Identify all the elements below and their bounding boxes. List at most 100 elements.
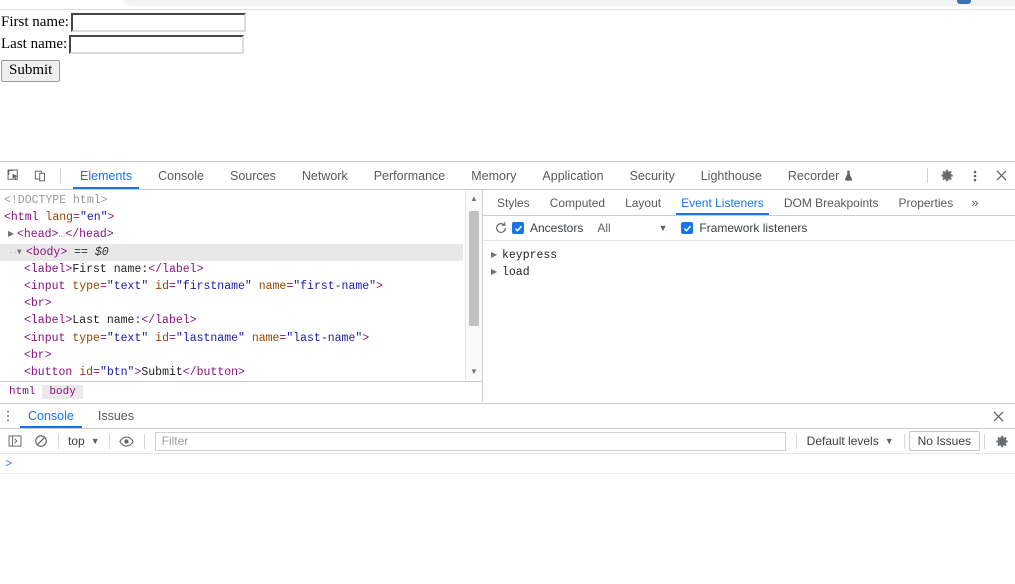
- scroll-up-arrow-icon[interactable]: ▲: [466, 190, 482, 207]
- dom-line-doctype[interactable]: <!DOCTYPE html>: [0, 192, 463, 209]
- console-toolbar-divider-3: [143, 433, 145, 449]
- framework-listeners-checkbox[interactable]: [681, 222, 694, 234]
- tab-elements-label: Elements: [80, 168, 133, 183]
- dom-line-head[interactable]: ▶ <head>…</head>: [0, 226, 463, 243]
- dom-line-br-last[interactable]: <br>: [0, 347, 463, 364]
- expand-triangle-icon[interactable]: ▶: [491, 264, 502, 281]
- body-selection-suffix: == $0: [74, 245, 109, 259]
- tab-computed[interactable]: Computed: [540, 190, 615, 215]
- event-listeners-toolbar: Ancestors All ▼ Framework listeners: [483, 216, 1015, 241]
- dom-line-label-last[interactable]: <label>Last name:</label>: [0, 312, 463, 329]
- console-prompt-arrow: >: [5, 456, 13, 471]
- scrollbar-thumb[interactable]: [469, 211, 479, 326]
- drawer-drag-handle[interactable]: [0, 404, 16, 428]
- kebab-menu-icon[interactable]: [961, 162, 988, 189]
- dom-line-body[interactable]: ··▼ <body> == $0: [0, 243, 463, 261]
- tab-network[interactable]: Network: [289, 162, 361, 189]
- tab-sources[interactable]: Sources: [217, 162, 289, 189]
- breadcrumb-item-html[interactable]: html: [2, 385, 42, 399]
- tab-lighthouse[interactable]: Lighthouse: [688, 162, 775, 189]
- tab-event-listeners[interactable]: Event Listeners: [671, 190, 774, 215]
- drawer-tab-issues-label: Issues: [97, 409, 135, 423]
- live-expression-eye-icon[interactable]: [114, 434, 140, 449]
- tab-styles[interactable]: Styles: [487, 190, 540, 215]
- event-listener-keypress[interactable]: ▶ keypress: [491, 247, 1015, 264]
- close-icon[interactable]: [988, 162, 1015, 189]
- console-context-select[interactable]: top ▼: [63, 434, 105, 448]
- drawer-tab-issues[interactable]: Issues: [86, 404, 146, 428]
- input-first-type-value: "text": [106, 279, 149, 293]
- tab-console[interactable]: Console: [145, 162, 217, 189]
- tab-elements[interactable]: Elements: [67, 162, 145, 189]
- tab-network-label: Network: [301, 168, 348, 183]
- tab-dom-breakpoints-label: DOM Breakpoints: [783, 195, 879, 210]
- breadcrumb: html body: [0, 381, 482, 402]
- tab-computed-label: Computed: [549, 195, 606, 210]
- dom-tree[interactable]: <!DOCTYPE html> <html lang="en"> ▶ <head>…: [0, 190, 463, 380]
- drawer-close-icon[interactable]: [982, 404, 1015, 428]
- sidebar-more-tabs-icon[interactable]: »: [963, 190, 986, 215]
- first-name-input[interactable]: [70, 12, 246, 32]
- devtools-toolbar-actions: [921, 162, 1015, 189]
- tab-recorder[interactable]: Recorder: [775, 162, 866, 189]
- label-last-text: Last name:: [72, 314, 142, 328]
- console-toolbar-divider-6: [984, 433, 985, 449]
- label-first-text: First name:: [72, 262, 149, 276]
- tab-memory[interactable]: Memory: [458, 162, 529, 189]
- collapse-triangle-icon[interactable]: ▼: [17, 244, 26, 261]
- selection-marker: ··: [8, 247, 18, 258]
- tab-application-label: Application: [542, 168, 604, 183]
- inspect-element-icon[interactable]: [0, 162, 27, 189]
- console-output[interactable]: >: [0, 454, 1015, 584]
- breadcrumb-item-body[interactable]: body: [42, 385, 83, 399]
- tab-application[interactable]: Application: [529, 162, 616, 189]
- tab-performance[interactable]: Performance: [361, 162, 459, 189]
- chevron-down-icon: ▼: [884, 436, 894, 446]
- device-toolbar-icon[interactable]: [27, 162, 54, 189]
- dom-line-button[interactable]: <button id="btn">Submit</button>: [0, 364, 463, 380]
- console-context-value: top: [68, 434, 85, 448]
- console-filter-input[interactable]: Filter: [154, 431, 786, 451]
- last-name-row: Last name:: [0, 33, 1015, 55]
- tab-security[interactable]: Security: [617, 162, 688, 189]
- console-levels-select[interactable]: Default levels ▼: [801, 434, 900, 448]
- dom-tree-scrollbar[interactable]: ▲ ▼: [465, 190, 482, 380]
- address-bar[interactable]: [122, 0, 1015, 6]
- avatar[interactable]: [957, 0, 971, 4]
- tab-layout[interactable]: Layout: [615, 190, 671, 215]
- input-last-id-value: "lastname": [175, 331, 245, 345]
- screen: First name: Last name: Submit Elements C…: [0, 0, 1015, 584]
- event-listener-load-label: load: [502, 266, 530, 279]
- tab-console-label: Console: [158, 168, 204, 183]
- devtools-tab-list: Elements Console Sources Network Perform…: [67, 162, 921, 189]
- console-prompt-row[interactable]: >: [0, 454, 1015, 474]
- expand-triangle-icon[interactable]: ▶: [8, 226, 17, 243]
- dom-line-input-first[interactable]: <input type="text" id="firstname" name="…: [0, 278, 463, 295]
- button-text-node: Submit: [141, 365, 183, 379]
- expand-triangle-icon[interactable]: ▶: [491, 247, 502, 264]
- console-sidebar-icon[interactable]: [2, 434, 28, 448]
- refresh-icon[interactable]: [490, 221, 512, 235]
- no-issues-button[interactable]: No Issues: [908, 431, 980, 451]
- dom-line-br-first[interactable]: <br>: [0, 295, 463, 312]
- last-name-input[interactable]: [69, 34, 245, 54]
- tab-dom-breakpoints[interactable]: DOM Breakpoints: [774, 190, 889, 215]
- input-first-name-value: "first-name": [293, 279, 377, 293]
- dom-line-label-first[interactable]: <label>First name:</label>: [0, 261, 463, 278]
- dom-line-html[interactable]: <html lang="en">: [0, 209, 463, 226]
- tab-sources-label: Sources: [229, 168, 276, 183]
- event-filter-select[interactable]: All ▼: [597, 221, 667, 235]
- event-listener-load[interactable]: ▶ load: [491, 264, 1015, 281]
- dom-tree-pane: <!DOCTYPE html> <html lang="en"> ▶ <head>…: [0, 190, 483, 402]
- drawer-tab-console[interactable]: Console: [16, 404, 86, 428]
- framework-listeners-label: Framework listeners: [699, 221, 808, 235]
- scroll-down-arrow-icon[interactable]: ▼: [466, 363, 482, 380]
- devtools-toolbar: Elements Console Sources Network Perform…: [0, 162, 1015, 190]
- dom-line-input-last[interactable]: <input type="text" id="lastname" name="l…: [0, 330, 463, 347]
- ancestors-checkbox[interactable]: [512, 222, 524, 234]
- clear-console-icon[interactable]: [28, 434, 54, 448]
- console-settings-gear-icon[interactable]: [989, 434, 1015, 449]
- submit-button[interactable]: Submit: [1, 60, 61, 82]
- gear-icon[interactable]: [934, 162, 961, 189]
- tab-properties[interactable]: Properties: [889, 190, 964, 215]
